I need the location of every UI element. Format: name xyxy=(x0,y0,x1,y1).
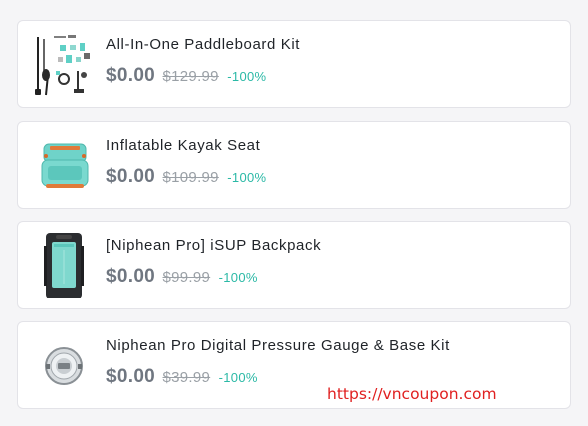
sale-price: $0.00 xyxy=(106,166,156,187)
backpack-image[interactable] xyxy=(32,232,96,298)
product-card[interactable]: All-In-One Paddleboard Kit $0.00 $129.99… xyxy=(17,20,571,108)
pressure-gauge-image[interactable] xyxy=(32,332,96,398)
sale-price: $0.00 xyxy=(106,266,156,287)
price-row: $0.00 $129.99 -100% xyxy=(106,65,266,87)
kayak-seat-image[interactable] xyxy=(32,132,96,198)
discount-badge: -100% xyxy=(227,69,267,84)
original-price: $129.99 xyxy=(162,68,219,85)
watermark-text: https://vncoupon.com xyxy=(327,385,497,403)
price-row: $0.00 $109.99 -100% xyxy=(106,166,266,188)
product-title[interactable]: All-In-One Paddleboard Kit xyxy=(106,36,300,53)
sale-price: $0.00 xyxy=(106,65,156,86)
paddleboard-kit-image[interactable] xyxy=(32,31,96,97)
product-card[interactable]: Inflatable Kayak Seat $0.00 $109.99 -100… xyxy=(17,121,571,209)
original-price: $99.99 xyxy=(162,269,211,286)
product-title[interactable]: Niphean Pro Digital Pressure Gauge & Bas… xyxy=(106,337,450,354)
sale-price: $0.00 xyxy=(106,366,156,387)
product-title[interactable]: Inflatable Kayak Seat xyxy=(106,137,260,154)
price-row: $0.00 $39.99 -100% xyxy=(106,366,258,388)
product-list-page: All-In-One Paddleboard Kit $0.00 $129.99… xyxy=(0,0,588,426)
original-price: $109.99 xyxy=(162,169,219,186)
product-card[interactable]: [Niphean Pro] iSUP Backpack $0.00 $99.99… xyxy=(17,221,571,309)
discount-badge: -100% xyxy=(218,370,258,385)
discount-badge: -100% xyxy=(218,270,258,285)
original-price: $39.99 xyxy=(162,369,211,386)
product-title[interactable]: [Niphean Pro] iSUP Backpack xyxy=(106,237,321,254)
price-row: $0.00 $99.99 -100% xyxy=(106,266,258,288)
discount-badge: -100% xyxy=(227,170,267,185)
